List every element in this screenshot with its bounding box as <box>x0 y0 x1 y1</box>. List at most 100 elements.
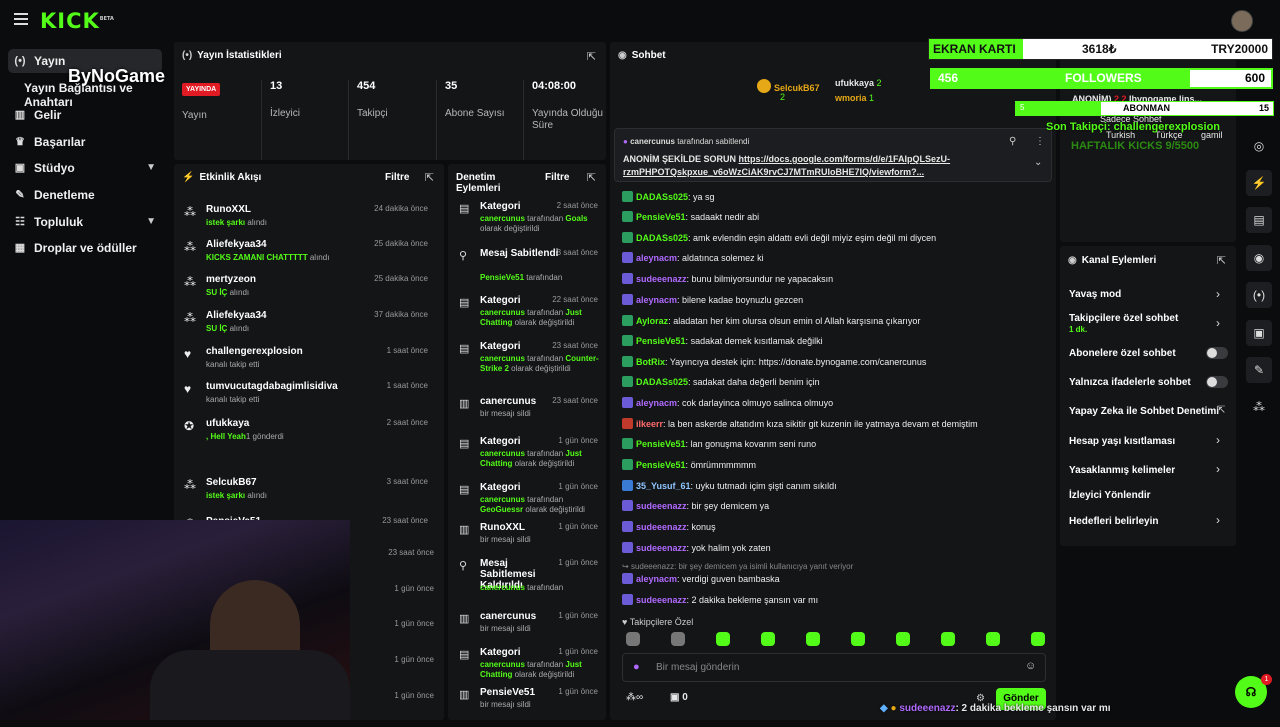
chat-username[interactable]: sudeeenazz <box>636 501 687 511</box>
popout-icon[interactable]: ⇱ <box>1217 254 1226 267</box>
shield-icon[interactable]: ▣ <box>1246 320 1272 346</box>
chat-username[interactable]: BotRix <box>636 357 665 367</box>
emote-icon[interactable] <box>671 632 685 646</box>
chat-username[interactable]: PensieVe51 <box>636 439 686 449</box>
action-raid[interactable]: İzleyici Yönlendir <box>1069 490 1151 501</box>
menu-icon[interactable] <box>14 13 28 25</box>
chat-username[interactable]: sudeeenazz <box>636 522 687 532</box>
action-banned-words[interactable]: Yasaklanmış kelimeler <box>1069 465 1175 476</box>
chevron-right-icon[interactable]: › <box>1216 513 1220 527</box>
emoji-icon[interactable]: ☺ <box>1025 660 1036 672</box>
chat-username[interactable]: aleynacm <box>636 295 677 305</box>
chevron-right-icon[interactable]: › <box>1216 316 1220 330</box>
emote-icon[interactable] <box>851 632 865 646</box>
chat-message: sudeeenazz: yok halim yok zaten <box>622 542 771 553</box>
chat-username[interactable]: PensieVe51 <box>636 212 686 222</box>
chevron-right-icon[interactable]: › <box>1216 462 1220 476</box>
filter-button[interactable]: Filtre <box>545 172 569 183</box>
chat-username[interactable]: sudeeenazz <box>636 543 687 553</box>
emote-icon[interactable] <box>1031 632 1045 646</box>
trash-icon: ▥ <box>459 689 470 701</box>
emote-icon[interactable] <box>761 632 775 646</box>
kick-logo[interactable]: KICKBETA <box>40 9 114 33</box>
mod-action-item: ▤ Kategori 2 saat önce canercunus tarafında… <box>448 201 606 241</box>
emote-icon[interactable] <box>716 632 730 646</box>
user-badge-icon <box>622 594 633 605</box>
mod-action-item: ▤ Kategori 1 gün önce canercunus tarafından… <box>448 647 606 687</box>
action-followers-only[interactable]: Takipçilere özel sohbet <box>1069 313 1178 324</box>
sidebar-item-droplar[interactable]: ▦ Droplar ve ödüller <box>8 236 162 260</box>
emote-icon[interactable] <box>986 632 1000 646</box>
chat-username[interactable]: PensieVe51 <box>636 460 686 470</box>
mod-action-item: ▥ PensieVe51 1 gün önce bir mesajı sildi <box>448 687 606 727</box>
points-count[interactable]: ▣ 0 <box>670 692 688 703</box>
action-goals[interactable]: Hedefleri belirleyin <box>1069 516 1158 527</box>
wrench-icon[interactable]: ✎ <box>1246 357 1272 383</box>
bolt-icon[interactable]: ⚡ <box>1246 170 1272 196</box>
event-item: ⁂ Aliefekyaa34 37 dakika önce SU İÇ alındı <box>174 310 438 342</box>
sidebar-item-denetleme[interactable]: ✎ Denetleme <box>8 183 162 207</box>
emotes-only-toggle[interactable] <box>1206 376 1228 388</box>
chat-username[interactable]: aleynacm <box>636 253 677 263</box>
subs-goal-overlay: 5 ABONMAN 15 <box>1015 101 1274 116</box>
community-icon[interactable]: ⁂ <box>1246 394 1272 420</box>
mod-action-item: ▤ Kategori 1 gün önce canercunus tarafından… <box>448 482 606 522</box>
chevron-down-icon[interactable]: ⌄ <box>1034 157 1042 168</box>
chat-text: sadakat demek kısıtlamak değilki <box>690 336 823 346</box>
chat-username[interactable]: PensieVe51 <box>636 336 686 346</box>
trash-icon: ▥ <box>459 398 470 410</box>
chat-username[interactable]: DADASs025 <box>636 192 688 202</box>
broadcast-icon[interactable]: (•) <box>1246 282 1272 308</box>
filter-button[interactable]: Filtre <box>385 172 409 183</box>
sidebar-item-basarilar[interactable]: ♛ Başarılar <box>8 130 162 154</box>
chevron-right-icon[interactable]: › <box>1216 287 1220 301</box>
chat-username[interactable]: Ayloraz <box>636 316 668 326</box>
chat-username[interactable]: DADASs025 <box>636 233 688 243</box>
sidebar-item-studyo[interactable]: ▣ Stüdyo ▼ <box>8 156 162 180</box>
action-slow-mode[interactable]: Yavaş mod <box>1069 289 1121 300</box>
chat-username[interactable]: aleynacm <box>636 398 677 408</box>
action-account-age[interactable]: Hesap yaşı kısıtlaması <box>1069 436 1175 447</box>
chat-username[interactable]: aleynacm <box>636 574 677 584</box>
event-user: SelcukB67 <box>206 477 257 488</box>
mic-icon[interactable]: ● <box>633 661 640 673</box>
chevron-right-icon[interactable]: › <box>1216 433 1220 447</box>
chat-username[interactable]: 35_Yusuf_61 <box>636 481 691 491</box>
action-ai-moderation[interactable]: Yapay Zeka ile Sohbet Denetimi <box>1069 406 1219 417</box>
emote-icon[interactable] <box>941 632 955 646</box>
chat-username[interactable]: sudeeenazz <box>636 274 687 284</box>
camera-icon[interactable]: ◎ <box>1246 133 1272 159</box>
external-link-icon[interactable]: ⇱ <box>1217 405 1225 416</box>
emote-icon[interactable] <box>806 632 820 646</box>
chat-username[interactable]: DADASs025 <box>636 377 688 387</box>
pinned-message[interactable]: ● canercunus tarafından sabitlendi ANONİ… <box>614 128 1052 182</box>
mod-actions-panel: Denetim Eylemleri Filtre ⇱ ▤ Kategori 2 sa… <box>448 164 606 720</box>
popout-icon[interactable]: ⇱ <box>425 171 434 184</box>
more-icon[interactable]: ⋮ <box>1035 136 1045 147</box>
pin-icon: ⚲ <box>459 250 468 262</box>
stat-subscribers: 35 Abone Sayısı <box>436 80 504 160</box>
kick-balance[interactable]: ⁂∞ <box>626 692 643 703</box>
emote-icon[interactable] <box>896 632 910 646</box>
event-detail: kanalı takip etti <box>206 395 260 404</box>
avatar[interactable] <box>1231 10 1253 32</box>
emote-icon[interactable] <box>626 632 640 646</box>
chat-username[interactable]: ilkeerr <box>636 419 663 429</box>
broadcast-icon: (•) <box>14 55 26 67</box>
mod-action-detail: bir mesajı sildi <box>480 409 531 418</box>
pin-icon[interactable]: ⚲ <box>1009 136 1016 147</box>
popout-icon[interactable]: ⇱ <box>587 171 596 184</box>
document-icon[interactable]: ▤ <box>1246 207 1272 233</box>
chat-icon[interactable]: ◉ <box>1246 245 1272 271</box>
sidebar-item-gelir[interactable]: ▥ Gelir <box>8 103 162 127</box>
sidebar-item-topluluk[interactable]: ☷ Topluluk ▼ <box>8 210 162 234</box>
chat-input[interactable]: ● Bir mesaj gönderin ☺ <box>622 653 1046 682</box>
user-badge-icon <box>622 252 633 263</box>
chat-message: sudeeenazz: bir şey demicem ya <box>622 500 769 511</box>
chat-username[interactable]: sudeeenazz <box>636 595 687 605</box>
subscribers-only-toggle[interactable] <box>1206 347 1228 359</box>
user-badge-icon <box>622 273 633 284</box>
gift-icon: ✪ <box>184 419 195 433</box>
trophy-icon: ♛ <box>15 136 25 148</box>
popout-icon[interactable]: ⇱ <box>587 50 596 63</box>
